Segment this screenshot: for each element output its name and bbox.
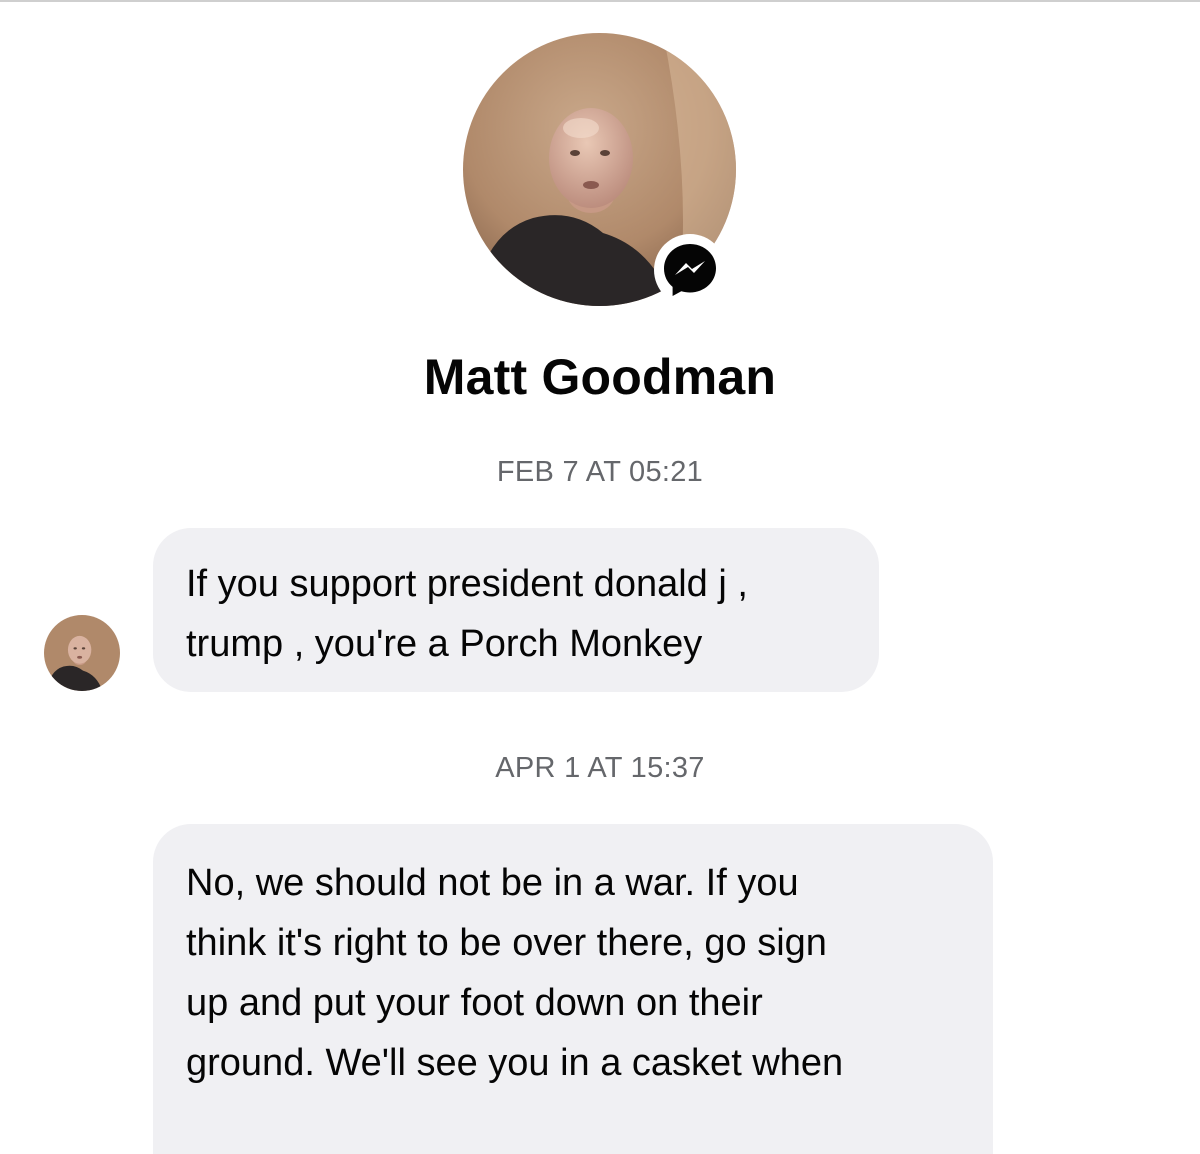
message-text-line: ground. We'll see you in a casket when bbox=[186, 1042, 844, 1084]
messenger-icon bbox=[664, 244, 716, 296]
message-timestamp: APR 1 AT 15:37 bbox=[495, 752, 705, 784]
message-bubble[interactable]: No, we should not be in a war. If you th… bbox=[153, 824, 993, 1154]
top-divider bbox=[0, 0, 1200, 2]
message-text-line: No, we should not be in a war. If you bbox=[186, 862, 799, 904]
contact-name: Matt Goodman bbox=[423, 349, 777, 405]
message-text-line: up and put your foot down on their bbox=[186, 982, 763, 1024]
message-text-line: trump , you're a Porch Monkey bbox=[186, 623, 703, 665]
messenger-badge bbox=[654, 234, 726, 306]
message-text-line: If you support president donald j , bbox=[186, 563, 748, 605]
sender-avatar[interactable] bbox=[44, 615, 120, 691]
message-text-line: think it's right to be over there, go si… bbox=[186, 922, 827, 964]
message-timestamp: FEB 7 AT 05:21 bbox=[496, 456, 704, 488]
avatar-photo bbox=[44, 615, 120, 691]
message-bubble[interactable]: If you support president donald j , trum… bbox=[153, 528, 879, 692]
